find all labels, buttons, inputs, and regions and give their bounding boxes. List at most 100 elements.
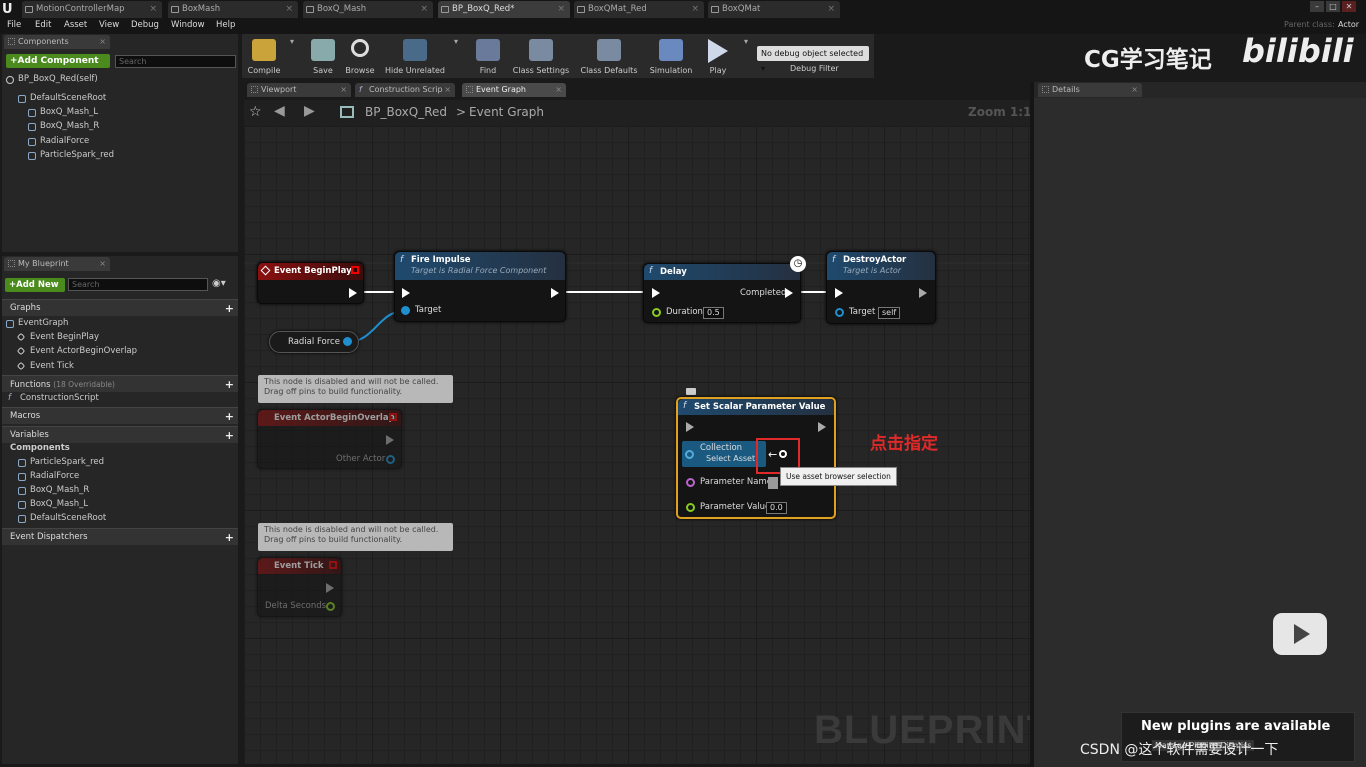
browse-button[interactable]: Browse — [342, 37, 378, 77]
tree-radialforce[interactable]: RadialForce — [28, 136, 89, 146]
var-radialforce[interactable]: RadialForce — [18, 471, 79, 481]
components-search-input[interactable]: Search — [115, 55, 236, 68]
var-defaultsceneroot[interactable]: DefaultSceneRoot — [18, 513, 106, 523]
tab-viewport[interactable]: Viewport × — [247, 83, 351, 97]
param-name-pin[interactable] — [686, 478, 695, 487]
param-name-field[interactable] — [768, 477, 778, 489]
event-graph-canvas[interactable]: Event BeginPlay Fire Impulse Target is Ra… — [244, 126, 1030, 764]
event-tick-node[interactable]: Event Tick Delta Seconds — [257, 557, 342, 617]
collection-pin[interactable] — [685, 450, 694, 459]
tab-bp-boxq-red[interactable]: BP_BoxQ_Red* × — [438, 1, 570, 18]
add-icon[interactable]: + — [225, 427, 234, 444]
close-icon[interactable]: × — [555, 83, 562, 97]
tab-construction-script[interactable]: f Construction Scrip × — [355, 83, 455, 97]
radial-force-out-pin[interactable] — [343, 337, 352, 346]
event-tick-item[interactable]: Event Tick — [16, 361, 74, 371]
tab-motioncontrollermap[interactable]: MotionControllerMap × — [22, 1, 162, 18]
components-subheader[interactable]: Components — [0, 443, 70, 453]
close-icon[interactable]: × — [420, 1, 428, 18]
maximize-button[interactable]: □ — [1326, 1, 1340, 12]
delegate-pin[interactable] — [351, 266, 359, 274]
tab-event-graph[interactable]: Event Graph × — [462, 83, 566, 97]
close-icon[interactable]: × — [1131, 83, 1138, 97]
exec-out-pin[interactable] — [386, 435, 394, 445]
minimize-button[interactable]: – — [1310, 1, 1324, 12]
tree-defaultsceneroot[interactable]: DefaultSceneRoot — [18, 93, 106, 103]
tab-boxmash[interactable]: BoxMash × — [168, 1, 298, 18]
var-boxq-mash-l[interactable]: BoxQ_Mash_L — [18, 499, 88, 509]
event-graph-item[interactable]: EventGraph — [6, 318, 68, 328]
add-icon[interactable]: + — [225, 300, 234, 317]
menu-asset[interactable]: Asset — [64, 20, 87, 30]
comment-bubble-icon[interactable] — [686, 388, 696, 395]
target-value[interactable]: self — [878, 307, 901, 319]
menu-debug[interactable]: Debug — [131, 20, 159, 30]
back-arrow-icon[interactable]: ◀ — [274, 103, 285, 119]
target-pin[interactable] — [401, 306, 410, 315]
exec-in-pin[interactable] — [652, 288, 660, 298]
exec-out-pin[interactable] — [551, 288, 559, 298]
exec-out-pin[interactable] — [818, 422, 826, 432]
close-window-button[interactable]: ✕ — [1342, 1, 1356, 12]
event-overlap-node[interactable]: Event ActorBeginOverlap Other Actor — [257, 409, 402, 469]
var-boxq-mash-r[interactable]: BoxQ_Mash_R — [18, 485, 89, 495]
close-icon[interactable]: × — [99, 35, 106, 49]
exec-out-pin[interactable] — [326, 583, 334, 593]
menu-window[interactable]: Window — [171, 20, 205, 30]
event-beginplay-item[interactable]: Event BeginPlay — [16, 332, 99, 342]
add-new-button[interactable]: +Add New — [5, 278, 65, 292]
delta-seconds-pin[interactable] — [326, 602, 335, 611]
delay-node[interactable]: Delay f ◷ Completed Duration 0.5 — [643, 256, 806, 323]
exec-out-pin[interactable] — [349, 288, 357, 298]
menu-file[interactable]: File — [7, 20, 21, 30]
menu-view[interactable]: View — [99, 20, 119, 30]
exec-out-pin[interactable] — [919, 288, 927, 298]
hide-options-icon[interactable]: ▾ — [452, 37, 460, 77]
constructionscript-item[interactable]: f ConstructionScript — [8, 393, 99, 403]
find-button[interactable]: Find — [470, 37, 506, 77]
var-particlespark-red[interactable]: ParticleSpark_red — [18, 457, 104, 467]
class-settings-button[interactable]: Class Settings — [510, 37, 572, 77]
add-component-button[interactable]: +Add Component — [6, 54, 110, 68]
close-icon[interactable]: × — [340, 83, 347, 97]
close-icon[interactable]: × — [444, 83, 451, 97]
destroy-actor-node[interactable]: DestroyActor Target is Actor f Target sel… — [826, 251, 936, 324]
param-value-pin[interactable] — [686, 503, 695, 512]
tab-details[interactable]: Details × — [1038, 83, 1142, 97]
event-dispatchers-header[interactable]: Event Dispatchers + — [2, 528, 238, 545]
play-options-icon[interactable]: ▾ — [742, 37, 750, 77]
eye-icon[interactable]: ◉▾ — [212, 278, 234, 291]
event-beginplay-node[interactable]: Event BeginPlay — [257, 262, 364, 304]
self-item[interactable]: BP_BoxQ_Red(self) — [6, 74, 98, 84]
macros-header[interactable]: Macros + — [2, 407, 238, 424]
close-icon[interactable]: × — [149, 1, 157, 18]
close-icon[interactable]: × — [557, 1, 565, 18]
tree-boxq-mash-r[interactable]: BoxQ_Mash_R — [28, 121, 99, 131]
close-icon[interactable]: × — [827, 1, 835, 18]
graphs-header[interactable]: Graphs + — [2, 299, 238, 316]
select-asset-dropdown[interactable]: Select Asset — [706, 454, 755, 463]
exec-in-pin[interactable] — [835, 288, 843, 298]
star-icon[interactable]: ☆ — [249, 104, 262, 120]
add-icon[interactable]: + — [225, 529, 234, 546]
exec-in-pin[interactable] — [402, 288, 410, 298]
menu-edit[interactable]: Edit — [35, 20, 51, 30]
save-button[interactable]: Save — [306, 37, 340, 77]
simulation-button[interactable]: Simulation — [646, 37, 696, 77]
breadcrumb-blueprint[interactable]: BP_BoxQ_Red — [365, 105, 447, 119]
tab-my-blueprint[interactable]: My Blueprint × — [4, 257, 110, 271]
debug-object-select[interactable]: No debug object selected ▾ — [757, 46, 869, 73]
close-icon[interactable]: × — [285, 1, 293, 18]
forward-arrow-icon[interactable]: ▶ — [304, 103, 315, 119]
tree-boxq-mash-l[interactable]: BoxQ_Mash_L — [28, 107, 98, 117]
blueprint-search-input[interactable]: Search — [68, 278, 208, 291]
param-value-field[interactable]: 0.0 — [766, 502, 787, 514]
exec-in-pin[interactable] — [686, 422, 694, 432]
hide-unrelated-button[interactable]: Hide Unrelated — [382, 37, 448, 77]
tab-boxq-mash[interactable]: BoxQ_Mash × — [303, 1, 433, 18]
tree-particlespark-red[interactable]: ParticleSpark_red — [28, 150, 114, 160]
delegate-pin[interactable] — [389, 413, 397, 421]
duration-value[interactable]: 0.5 — [703, 307, 724, 319]
close-icon[interactable]: × — [99, 257, 106, 271]
compile-button[interactable]: Compile — [244, 37, 284, 77]
